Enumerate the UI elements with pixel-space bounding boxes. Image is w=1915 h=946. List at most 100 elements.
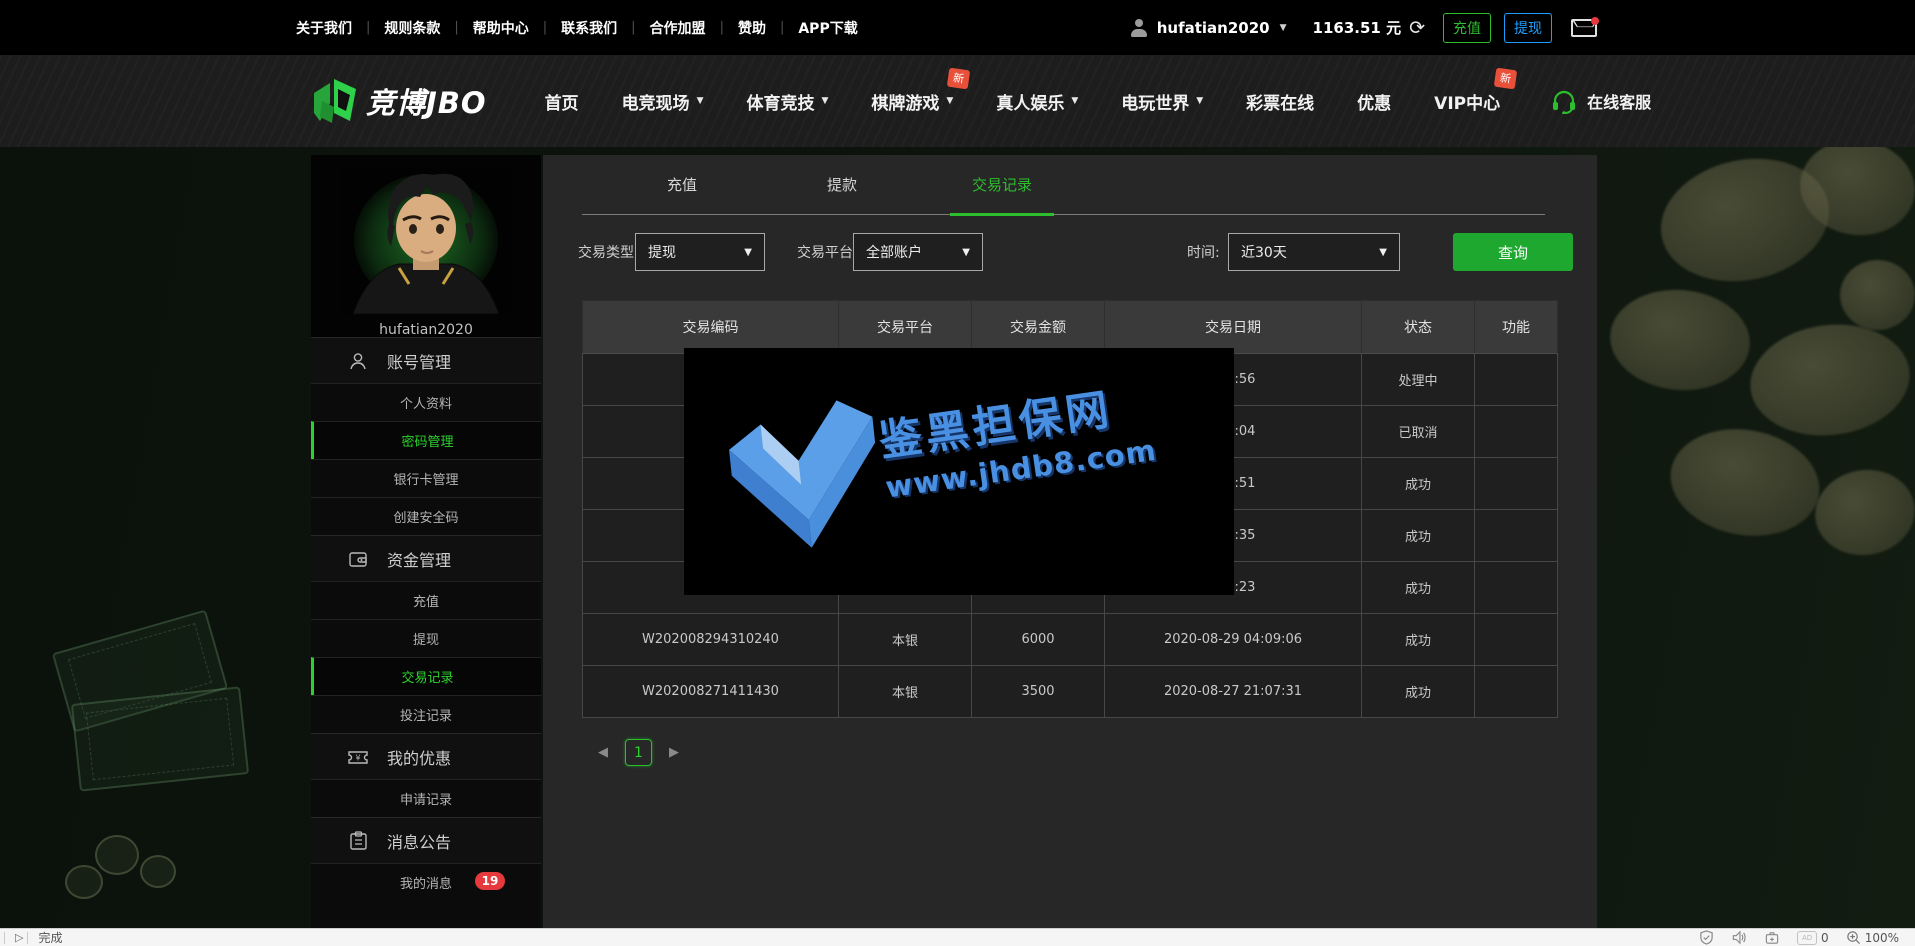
- watermark-text: 鉴黑担保网 www.jhdb8.com: [875, 369, 1159, 504]
- nav-item-label: 首页: [545, 89, 579, 114]
- nav-item-label: 电玩世界: [1121, 89, 1189, 114]
- briefcase-icon[interactable]: [1764, 930, 1780, 945]
- sidebar-item[interactable]: 个人资料: [311, 383, 541, 421]
- sidebar-item[interactable]: 充值: [311, 581, 541, 619]
- sidebar-item[interactable]: 密码管理: [311, 421, 541, 459]
- col-amount: 交易金额: [972, 301, 1105, 354]
- new-badge: 新: [1494, 67, 1517, 89]
- sidebar: hufatian2020 账号管理 个人资料 密码管理 银行卡管理 创建安全码 …: [311, 155, 541, 928]
- nav-item[interactable]: 首页: [545, 89, 579, 114]
- sidebar-item[interactable]: 我的消息 19: [311, 863, 541, 901]
- next-page-icon[interactable]: ▶: [669, 745, 679, 760]
- adblock-counter[interactable]: AD 0: [1797, 931, 1829, 945]
- nav-item[interactable]: 棋牌游戏 ▼ 新: [871, 89, 953, 114]
- coins-decoration: [1600, 140, 1915, 560]
- refresh-icon[interactable]: ⟳: [1409, 17, 1425, 39]
- sidebar-item-label: 投注记录: [400, 705, 452, 724]
- topbar-link[interactable]: 赞助: [738, 18, 766, 38]
- adblock-count: 0: [1821, 931, 1829, 945]
- sidebar-item-label: 密码管理: [401, 431, 453, 450]
- nav-item[interactable]: 电竞现场 ▼: [622, 89, 704, 114]
- cell-action: [1475, 354, 1558, 406]
- nav-item-label: 彩票在线: [1246, 89, 1314, 114]
- time-select[interactable]: 近30天 ▼: [1228, 233, 1400, 271]
- nav-item[interactable]: 彩票在线: [1246, 89, 1314, 114]
- tab-withdraw[interactable]: 提款: [782, 155, 902, 214]
- nav-item-label: 真人娱乐: [996, 89, 1064, 114]
- col-platform: 交易平台: [839, 301, 972, 354]
- table-row[interactable]: W202008294310240 本银 6000 2020-08-29 04:0…: [583, 614, 1558, 666]
- sidebar-section[interactable]: 账号管理: [311, 337, 541, 383]
- nav-item[interactable]: VIP中心 新: [1434, 89, 1500, 114]
- cell-status: 成功: [1362, 458, 1475, 510]
- sidebar-item[interactable]: 投注记录: [311, 695, 541, 733]
- nav-item[interactable]: 电玩世界 ▼: [1121, 89, 1203, 114]
- chevron-down-icon: ▼: [1196, 96, 1203, 106]
- page-number[interactable]: 1: [625, 739, 652, 766]
- sidebar-section-label: 资金管理: [387, 547, 451, 571]
- cell-action: [1475, 614, 1558, 666]
- chevron-down-icon: ▼: [962, 247, 970, 258]
- cell-status: 已取消: [1362, 406, 1475, 458]
- logo[interactable]: 竞博JBO: [312, 77, 487, 125]
- count-badge: 19: [475, 872, 505, 890]
- cell-status: 处理中: [1362, 354, 1475, 406]
- avatar[interactable]: [341, 168, 511, 314]
- nav-item[interactable]: 优惠: [1357, 89, 1391, 114]
- sidebar-item-label: 银行卡管理: [393, 469, 458, 488]
- separator: |: [543, 20, 547, 35]
- topbar-links: 关于我们|规则条款|帮助中心|联系我们|合作加盟|赞助|APP下载: [296, 18, 858, 38]
- prev-page-icon[interactable]: ◀: [598, 745, 608, 760]
- chevron-down-icon[interactable]: ▼: [1280, 23, 1287, 33]
- transaction-type-select[interactable]: 提现 ▼: [635, 233, 765, 271]
- page: 关于我们|规则条款|帮助中心|联系我们|合作加盟|赞助|APP下载 hufati…: [0, 0, 1915, 946]
- money-decoration: [40, 600, 300, 930]
- zoom-percentage: 100%: [1865, 931, 1899, 945]
- sidebar-section[interactable]: 消息公告: [311, 817, 541, 863]
- security-check-icon[interactable]: [1699, 930, 1714, 945]
- topbar-link[interactable]: 合作加盟: [650, 18, 706, 38]
- sidebar-section[interactable]: 资金管理: [311, 535, 541, 581]
- sidebar-item[interactable]: 创建安全码: [311, 497, 541, 535]
- chevron-down-icon: ▼: [1379, 247, 1387, 258]
- sidebar-section[interactable]: ¥ 我的优惠: [311, 733, 541, 779]
- separator: |: [720, 20, 724, 35]
- query-button[interactable]: 查询: [1453, 233, 1573, 271]
- tab-transaction-records[interactable]: 交易记录: [942, 155, 1062, 214]
- cell-status: 成功: [1362, 510, 1475, 562]
- nav-item-label: 电竞现场: [622, 89, 690, 114]
- nav-item[interactable]: 真人娱乐 ▼: [996, 89, 1078, 114]
- cell-transaction-code: W202008271411430: [583, 666, 839, 718]
- cell-amount: 6000: [972, 614, 1105, 666]
- wallet-icon: [347, 548, 369, 570]
- topbar-link[interactable]: 联系我们: [561, 18, 617, 38]
- cell-amount: 3500: [972, 666, 1105, 718]
- transaction-type-label: 交易类型:: [578, 242, 639, 262]
- nav-item[interactable]: 体育竞技 ▼: [746, 89, 828, 114]
- play-icon[interactable]: ▷: [15, 931, 23, 944]
- tab-recharge[interactable]: 充值: [622, 155, 742, 214]
- topbar-link[interactable]: 关于我们: [296, 18, 352, 38]
- sidebar-item[interactable]: 提现: [311, 619, 541, 657]
- platform-select[interactable]: 全部账户 ▼: [853, 233, 983, 271]
- mail-icon[interactable]: [1571, 19, 1597, 37]
- zoom-control[interactable]: 100%: [1846, 930, 1899, 945]
- sidebar-section-label: 消息公告: [387, 829, 451, 853]
- username[interactable]: hufatian2020: [1157, 19, 1270, 37]
- chevron-down-icon: ▼: [1071, 96, 1078, 106]
- sidebar-item[interactable]: 交易记录: [311, 657, 541, 695]
- sidebar-item[interactable]: 申请记录: [311, 779, 541, 817]
- topbar-link[interactable]: 规则条款: [384, 18, 440, 38]
- filter-bar: 交易类型: 提现 ▼ 交易平台: 全部账户 ▼ 时间: 近30天 ▼ 查询: [543, 233, 1597, 271]
- topbar-link[interactable]: 帮助中心: [473, 18, 529, 38]
- recharge-button[interactable]: 充值: [1443, 13, 1491, 43]
- sidebar-item[interactable]: 银行卡管理: [311, 459, 541, 497]
- speaker-icon[interactable]: [1731, 930, 1747, 945]
- online-service[interactable]: 在线客服: [1551, 88, 1651, 114]
- topbar-link[interactable]: APP下载: [798, 18, 857, 38]
- table-row[interactable]: W202008271411430 本银 3500 2020-08-27 21:0…: [583, 666, 1558, 718]
- status-right: AD 0 100%: [1682, 930, 1899, 945]
- withdraw-button[interactable]: 提现: [1504, 13, 1552, 43]
- separator: |: [454, 20, 458, 35]
- tab-bar: 充值 提款 交易记录: [582, 155, 1545, 215]
